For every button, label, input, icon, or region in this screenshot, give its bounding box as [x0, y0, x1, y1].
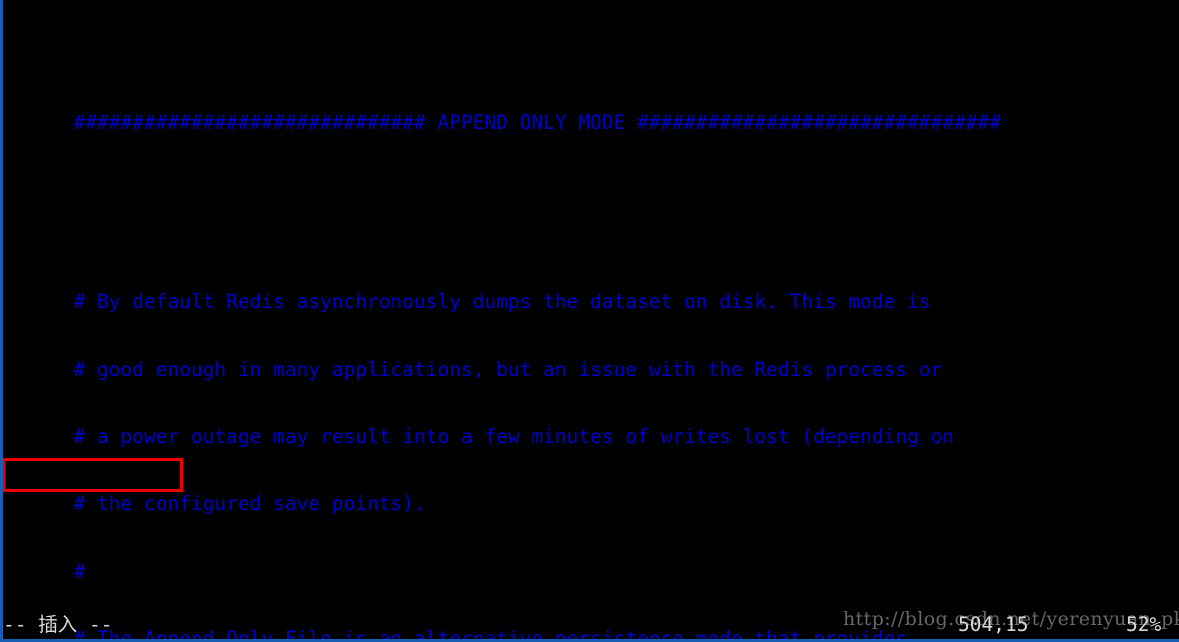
terminal-window[interactable]: ############################## APPEND ON…: [0, 0, 1179, 642]
comment-text: # a power outage may result into a few m…: [73, 425, 954, 449]
comment-text: #: [73, 559, 86, 583]
vim-text-buffer[interactable]: ############################## APPEND ON…: [3, 22, 1179, 642]
buffer-line-blank-1: [3, 179, 1179, 201]
comment-text: # the configured save points).: [73, 492, 426, 516]
comment-text: # good enough in many applications, but …: [73, 357, 943, 381]
buffer-line-comment-5: #: [3, 538, 1179, 582]
status-mode-indicator: -- 插入 --: [3, 613, 113, 636]
vim-status-line: -- 插入 -- 504,15 52%: [3, 611, 1179, 639]
buffer-line-header: ############################## APPEND ON…: [3, 89, 1179, 133]
comment-text: ############################## APPEND ON…: [73, 110, 1001, 134]
buffer-line-comment-1: # By default Redis asynchronously dumps …: [3, 269, 1179, 313]
buffer-line-comment-4: # the configured save points).: [3, 471, 1179, 515]
status-cursor-position: 504,15: [958, 613, 1029, 636]
buffer-line-comment-3: # a power outage may result into a few m…: [3, 404, 1179, 447]
buffer-line-comment-2: # good enough in many applications, but …: [3, 336, 1179, 380]
terminal-left-border: [0, 0, 3, 642]
status-scroll-percent: 52%: [1126, 613, 1162, 636]
comment-text: # By default Redis asynchronously dumps …: [73, 290, 931, 314]
